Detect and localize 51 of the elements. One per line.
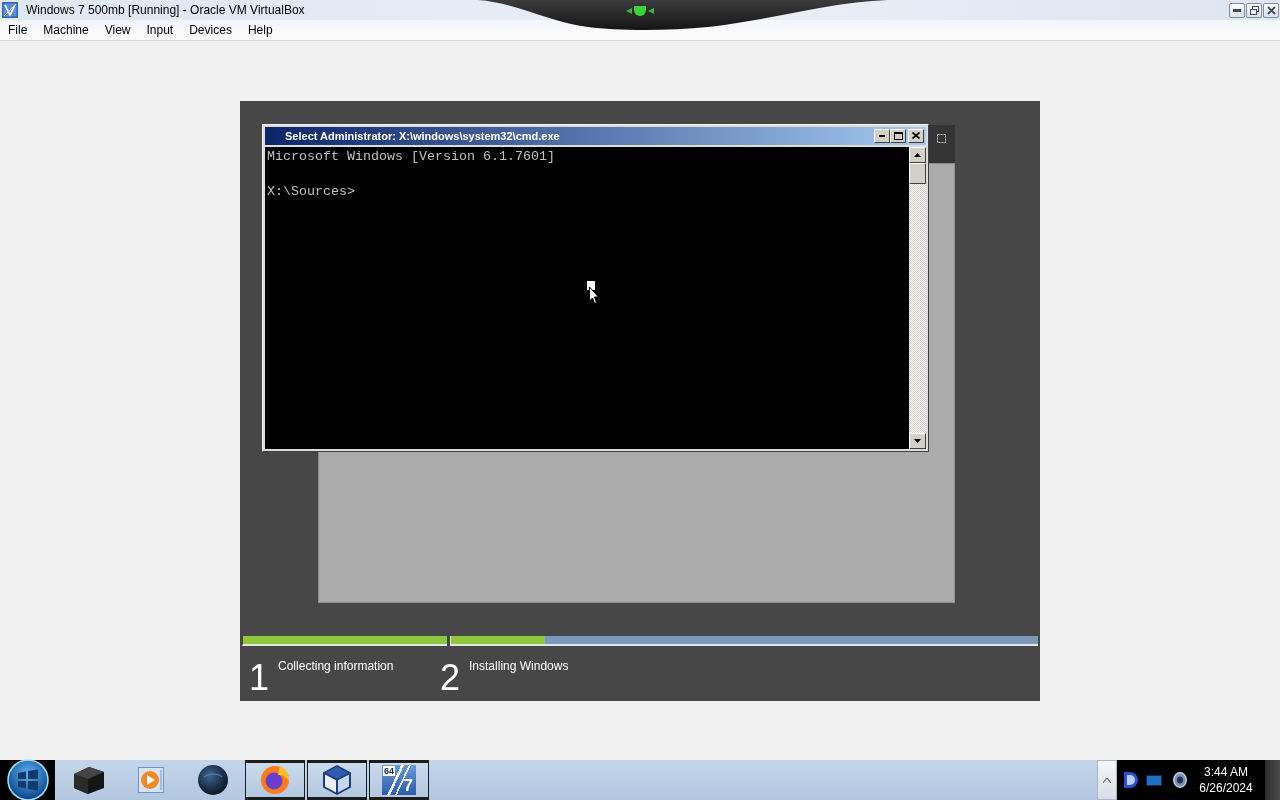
- console-line: Microsoft Windows [Version 6.1.7601]: [267, 148, 555, 165]
- app-icon: [2, 2, 18, 18]
- start-button[interactable]: [0, 760, 55, 800]
- minimize-icon: [879, 134, 885, 137]
- windows-orb-icon: [6, 759, 49, 800]
- media-play-icon: [138, 767, 164, 793]
- dark-sphere-icon: [198, 765, 228, 795]
- step-number: 2: [440, 659, 461, 696]
- ring-icon[interactable]: [1173, 772, 1187, 788]
- minimize-button[interactable]: [1229, 2, 1245, 18]
- monitor-icon[interactable]: [1146, 774, 1162, 786]
- step-number: 1: [249, 659, 270, 696]
- taskbar-button[interactable]: 64 7: [369, 760, 429, 800]
- console-prompt: X:\Sources>: [267, 183, 355, 200]
- down-arrow-icon: [914, 438, 921, 443]
- cube-icon: [323, 765, 351, 795]
- step-label: Installing Windows: [469, 658, 569, 674]
- logo-badge: 64: [383, 766, 395, 776]
- close-button[interactable]: [1263, 2, 1279, 18]
- taskbar-button[interactable]: [307, 760, 367, 800]
- menu-item[interactable]: Devices: [181, 21, 240, 39]
- clock-time[interactable]: 3:44 AM: [1204, 764, 1248, 780]
- clock-date[interactable]: 6/26/2024: [1199, 780, 1253, 796]
- scrollbar[interactable]: [909, 146, 926, 449]
- flame-globe-icon: [260, 765, 290, 795]
- step-label: Collecting information: [278, 658, 394, 674]
- close-icon: [912, 132, 920, 139]
- taskbar-button[interactable]: [245, 760, 305, 800]
- half-disc-icon[interactable]: [1124, 772, 1138, 788]
- close-icon: [1266, 5, 1276, 15]
- scroll-down-button[interactable]: [909, 432, 926, 449]
- maximize-button[interactable]: [890, 128, 906, 143]
- console-title: Select Administrator: X:\windows\system32\cmd.exe: [285, 129, 560, 142]
- indicator-icon: [626, 6, 654, 16]
- minimize-icon: [1233, 8, 1241, 12]
- menu-item[interactable]: Help: [239, 21, 281, 39]
- mouse-pointer-icon: [587, 280, 599, 305]
- restore-button[interactable]: [1246, 2, 1262, 18]
- logo-number: 7: [403, 777, 413, 795]
- square-icon: [937, 133, 946, 143]
- scroll-thumb[interactable]: [909, 162, 926, 184]
- restore-icon: [1249, 5, 1259, 15]
- menu-item[interactable]: View: [96, 21, 139, 39]
- up-arrow-icon: [914, 152, 921, 157]
- menu-item[interactable]: Input: [138, 21, 182, 39]
- maximize-icon: [893, 131, 903, 140]
- box-icon: [74, 766, 104, 794]
- scroll-up-button[interactable]: [909, 146, 926, 163]
- window-title: Windows 7 500mb [Running] - Oracle VM VirtualBox: [26, 3, 305, 17]
- menu-item[interactable]: File: [0, 21, 36, 39]
- menu-item[interactable]: Machine: [35, 21, 97, 39]
